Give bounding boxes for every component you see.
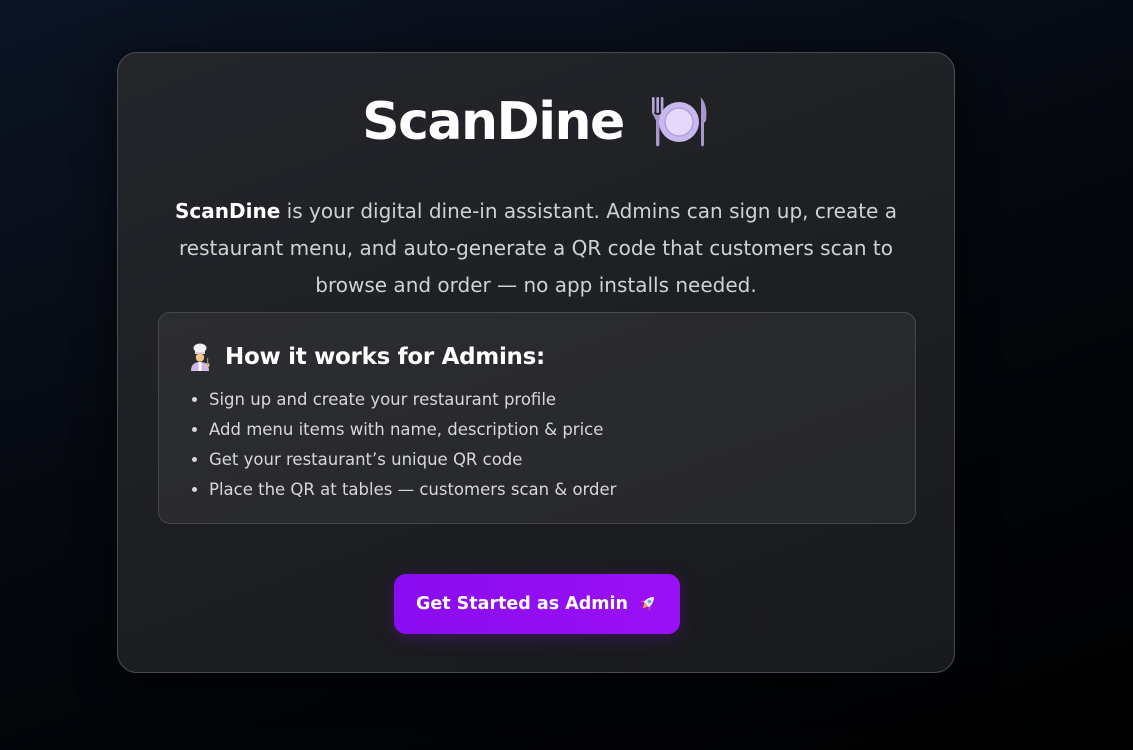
how-it-works-panel: How it works for Admins: Sign up and cre… [158, 312, 916, 524]
steps-list: Sign up and create your restaurant profi… [187, 385, 616, 505]
intro-text: is your digital dine-in assistant. Admin… [179, 199, 897, 297]
rocket-icon [636, 593, 658, 615]
how-it-works-title: How it works for Admins: [225, 344, 545, 370]
title-row: ScanDine [118, 95, 954, 149]
list-item: Add menu items with name, description & … [209, 415, 616, 445]
how-it-works-heading: How it works for Admins: [187, 343, 545, 371]
list-item: Get your restaurant’s unique QR code [209, 445, 616, 475]
welcome-card: ScanDine ScanDine is your digital dine-i… [117, 52, 955, 673]
list-item: Sign up and create your restaurant profi… [209, 385, 616, 415]
list-item: Place the QR at tables — customers scan … [209, 475, 616, 505]
intro-paragraph: ScanDine is your digital dine-in assista… [158, 193, 914, 304]
get-started-label: Get Started as Admin [415, 594, 629, 614]
app-title: ScanDine [362, 92, 625, 152]
chef-icon [187, 343, 213, 371]
get-started-button[interactable]: Get Started as Admin [394, 574, 680, 634]
intro-brand: ScanDine [175, 199, 281, 223]
fork-plate-knife-icon [648, 95, 710, 149]
